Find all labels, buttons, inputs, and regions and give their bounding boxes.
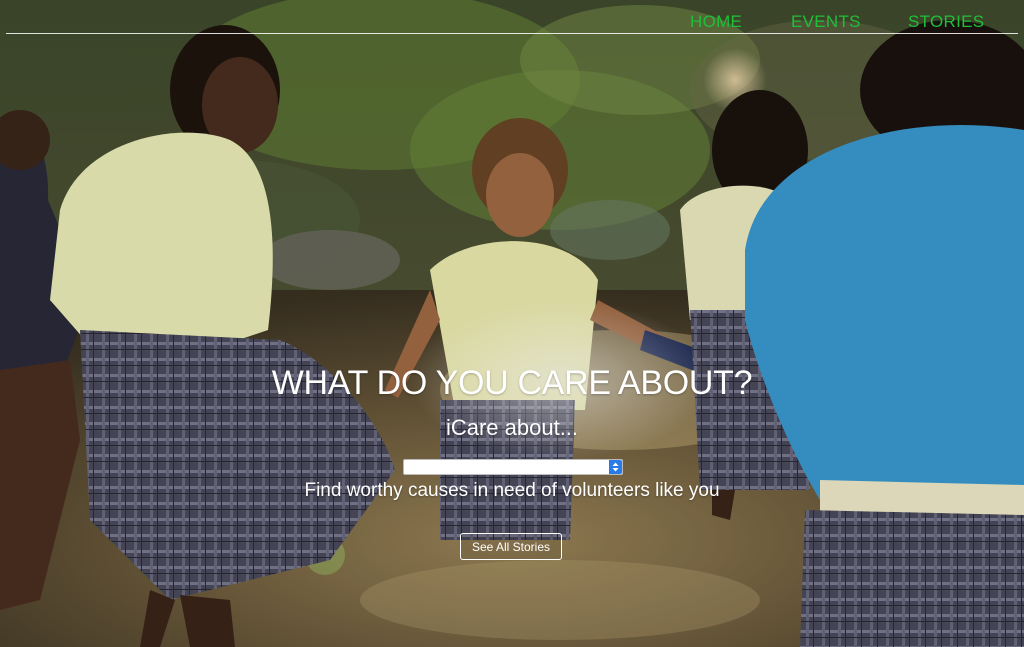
nav-link-home[interactable]: HOME: [690, 12, 742, 32]
hero-tagline: Find worthy causes in need of volunteers…: [304, 480, 720, 501]
top-nav: HOME EVENTS STORIES: [0, 0, 1024, 34]
nav-link-stories[interactable]: STORIES: [908, 12, 984, 32]
see-all-stories-button[interactable]: See All Stories: [460, 533, 562, 560]
cause-select[interactable]: [403, 459, 623, 475]
hero-subhead: iCare about...: [445, 415, 579, 440]
hero-section: HOME EVENTS STORIES WHAT DO YOU CARE ABO…: [0, 0, 1024, 647]
nav-link-events[interactable]: EVENTS: [791, 12, 861, 32]
hero-headline: WHAT DO YOU CARE ABOUT?: [271, 364, 753, 402]
nav-divider: [6, 33, 1018, 34]
select-updown-icon: [609, 460, 622, 474]
